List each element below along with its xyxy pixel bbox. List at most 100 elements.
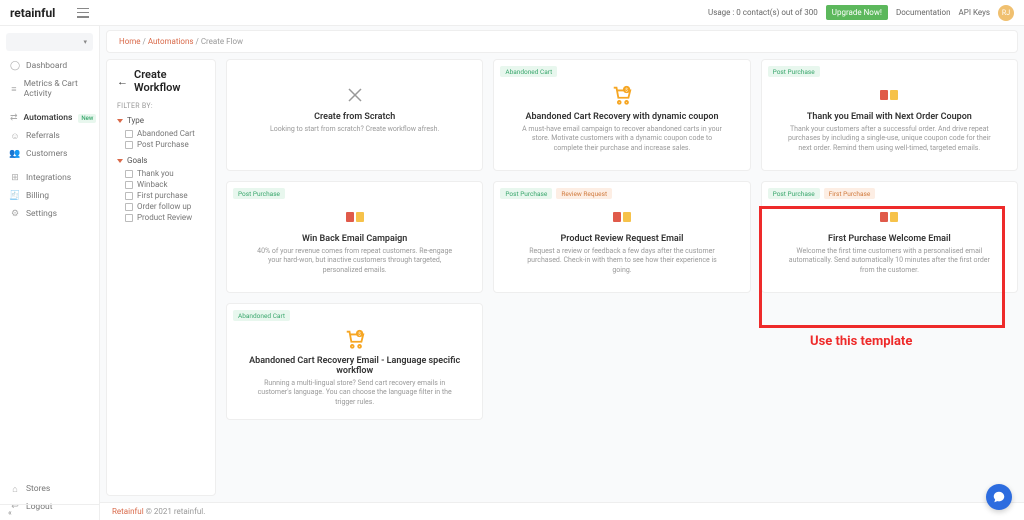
api-keys-link[interactable]: API Keys [959,8,990,17]
sidebar-icon: 🧾 [10,191,20,201]
filter-option[interactable]: Thank you [117,168,205,179]
card-description: Request a review or feedback a few days … [517,247,727,275]
sidebar-item-customers[interactable]: 👥 Customers [0,145,99,163]
template-card[interactable]: Post Purchase Win Back Email Campaign 40% … [226,181,483,293]
template-card[interactable]: Post Purchase Review Request Product Revie… [493,181,750,293]
crumb-home[interactable]: Home [119,37,141,46]
checkbox-icon [125,181,133,189]
filter-option[interactable]: Product Review [117,212,205,223]
template-card[interactable]: Abandoned Cart$Abandoned Cart Recovery E… [226,303,483,420]
create-from-scratch-icon [344,84,366,106]
checkbox-icon [125,170,133,178]
avatar[interactable]: RJ [998,5,1014,21]
menu-toggle-icon[interactable] [77,8,89,18]
crumb-automations[interactable]: Automations [148,37,194,46]
checkbox-icon [125,130,133,138]
sidebar-item-integrations[interactable]: ⊞Integrations [0,169,99,187]
chat-icon[interactable] [986,484,1012,510]
sidebar-group-3: ⊞Integrations 🧾 Billing ⚙ Settings [0,169,99,223]
back-arrow-icon[interactable]: ← [117,75,128,88]
footer-text: © 2021 retainful. [144,507,206,516]
sidebar-item-label: Stores [26,484,50,494]
sidebar-icon: ◯ [10,61,20,71]
template-grid: Create from Scratch Looking to start from… [226,59,1018,420]
sidebar-item-label: Dashboard [26,61,67,71]
filter-group-title[interactable]: Type [117,116,205,125]
brand-logo[interactable]: retainful [10,6,55,20]
card-description: Looking to start from scratch? Create wo… [270,125,439,134]
sidebar-icon: ⇄ [10,113,18,123]
filters-panel: ← Create Workflow FILTER BY: Type Abandon… [106,59,216,496]
main: Home / Automations / Create Flow ← Creat… [100,26,1024,520]
checkbox-icon [125,203,133,211]
card-tag: Post Purchase [768,66,820,77]
card-description: Thank your customers after a successful … [784,125,994,153]
shopping-bags-icon [878,84,900,106]
sidebar-collapse[interactable]: « [0,504,99,520]
documentation-link[interactable]: Documentation [896,8,951,17]
triangle-icon [117,119,123,123]
cart-icon: $ [344,328,366,350]
card-title: Win Back Email Campaign [302,234,407,244]
card-description: Running a multi-lingual store? Send cart… [250,379,460,407]
filter-option[interactable]: Winback [117,179,205,190]
sidebar-item-metrics-cart-activity[interactable]: ≡ Metrics & Cart Activity [0,75,99,103]
new-badge: New [78,114,96,123]
filter-group-title[interactable]: Goals [117,156,205,165]
template-card[interactable]: Create from Scratch Looking to start from… [226,59,483,171]
filter-option[interactable]: Abandoned Cart [117,128,205,139]
checkbox-icon [125,192,133,200]
sidebar-item-label: Billing [26,191,49,201]
workspace-selector[interactable]: ▾ [6,33,93,51]
template-card[interactable]: Post PurchaseThank you Email with Next O… [761,59,1018,171]
sidebar-item-settings[interactable]: ⚙ Settings [0,205,99,223]
card-description: Welcome the first time customers with a … [784,247,994,275]
card-title: Abandoned Cart Recovery Email - Language… [239,356,470,376]
sidebar-group-2: ⇄AutomationsNew☺Referrals 👥 Customers [0,109,99,163]
sidebar-item-automations[interactable]: ⇄AutomationsNew [0,109,99,127]
footer-brand[interactable]: Retainful [112,507,144,516]
card-tag: Review Request [556,188,612,199]
shopping-bags-icon [344,206,366,228]
filters-heading: FILTER BY: [117,102,205,110]
usage-text: Usage : 0 contact(s) out of 300 [708,8,818,17]
card-tag: Post Purchase [500,188,552,199]
shopping-bags-icon [878,206,900,228]
card-title: First Purchase Welcome Email [828,234,951,244]
filter-option[interactable]: First purchase [117,190,205,201]
card-title: Product Review Request Email [561,234,684,244]
filter-option[interactable]: Post Purchase [117,139,205,150]
sidebar-icon: ⚙ [10,209,20,219]
sidebar-icon: ☺ [10,131,20,141]
checkbox-icon [125,141,133,149]
template-card[interactable]: Abandoned Cart $ Abandoned Cart Recovery w… [493,59,750,171]
sidebar-item-billing[interactable]: 🧾 Billing [0,187,99,205]
sidebar-item-label: Settings [26,209,57,219]
chevron-down-icon: ▾ [83,38,87,46]
sidebar-item-stores[interactable]: ⌂Stores [0,480,99,498]
upgrade-button[interactable]: Upgrade Now! [826,5,888,20]
card-description: 40% of your revenue comes from repeat cu… [250,247,460,275]
card-tag: Post Purchase [233,188,285,199]
card-tag: Post Purchase [768,188,820,199]
sidebar-group-1: ◯ Dashboard ≡ Metrics & Cart Activity [0,57,99,103]
template-card[interactable]: Post PurchaseFirst PurchaseFirst Purchas… [761,181,1018,293]
checkbox-icon [125,214,133,222]
sidebar-item-label: Customers [26,149,67,159]
cart-icon: $ [611,84,633,106]
sidebar-item-dashboard[interactable]: ◯ Dashboard [0,57,99,75]
page-title: Create Workflow [134,68,205,94]
card-title: Abandoned Cart Recovery with dynamic cou… [525,112,718,122]
sidebar-item-referrals[interactable]: ☺Referrals [0,127,99,145]
card-tag: Abandoned Cart [500,66,557,77]
topbar: retainful Usage : 0 contact(s) out of 30… [0,0,1024,26]
sidebar-item-label: Metrics & Cart Activity [24,79,89,99]
breadcrumb: Home / Automations / Create Flow [106,30,1018,53]
sidebar: ▾ ◯ Dashboard ≡ Metrics & Cart Activity ⇄Au… [0,26,100,520]
card-title: Create from Scratch [314,112,395,122]
footer: Retainful © 2021 retainful. [100,502,1024,520]
filter-option[interactable]: Order follow up [117,201,205,212]
sidebar-icon: ≡ [10,84,18,94]
shopping-bags-icon [611,206,633,228]
sidebar-icon: 👥 [10,149,20,159]
